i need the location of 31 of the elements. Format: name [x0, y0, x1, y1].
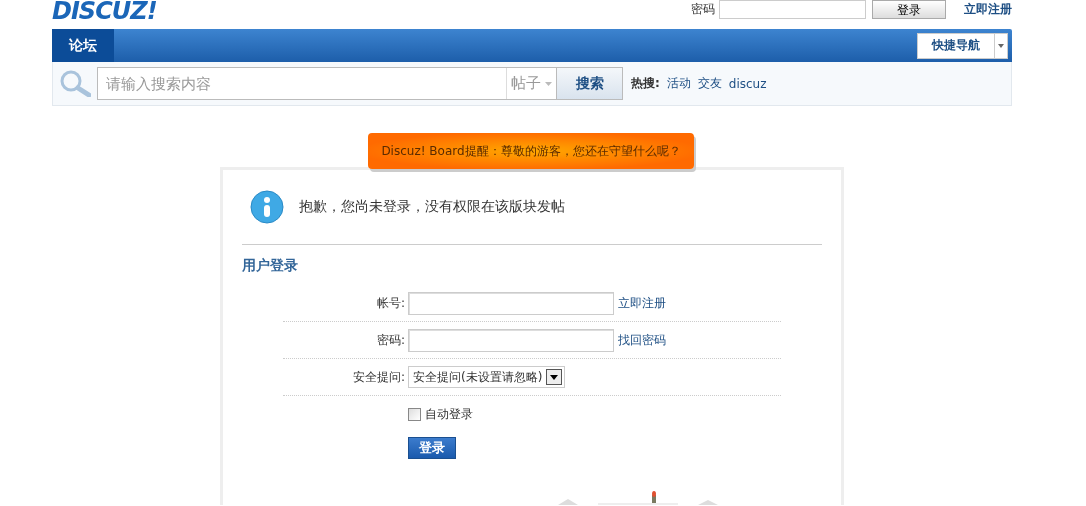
info-icon	[250, 190, 284, 224]
field-link[interactable]: 立即注册	[618, 294, 666, 312]
logo[interactable]: DISCUZ!	[52, 0, 157, 22]
search-icon[interactable]	[60, 70, 91, 97]
nav-tab[interactable]: 论坛	[52, 29, 114, 62]
notice-banner: Discuz! Board提醒：尊敬的游客，您还在守望什么呢？	[368, 133, 694, 169]
field-link[interactable]: 找回密码	[618, 331, 666, 349]
checkbox-label: 自动登录	[425, 406, 473, 423]
section-title: 用户登录	[242, 256, 299, 275]
caret-icon	[545, 81, 552, 86]
hot-search-link[interactable]: discuz	[728, 76, 767, 91]
hot-search-label: 热搜:	[631, 75, 660, 92]
register-link[interactable]: 立即注册	[964, 1, 1012, 18]
permission-message: 抱歉，您尚未登录，没有权限在该版块发帖	[299, 198, 565, 216]
field-label: 密码:	[375, 331, 406, 349]
hot-search-link[interactable]: 交友	[697, 75, 722, 92]
quick-nav-button[interactable]: 快捷导航	[917, 32, 1008, 59]
security-question-dropdown[interactable]: 安全提问(未设置请忽略)	[408, 366, 566, 388]
field-label: 帐号:	[375, 294, 406, 312]
search-field[interactable]: 请输入搜索内容 帖子 搜索	[97, 67, 623, 100]
username-field[interactable]	[408, 291, 614, 315]
password-field[interactable]	[719, 0, 866, 19]
password-label: 密码	[691, 1, 715, 18]
password-field[interactable]	[408, 328, 614, 352]
field-label: 安全提问:	[351, 368, 406, 386]
hot-search-link[interactable]: 活动	[666, 75, 691, 92]
caret-icon	[998, 43, 1004, 48]
login-button[interactable]: 登录	[872, 0, 946, 19]
login-button[interactable]: 登录	[408, 437, 456, 459]
auto-login-checkbox[interactable]	[408, 408, 421, 421]
search-button[interactable]: 搜索	[556, 68, 622, 99]
